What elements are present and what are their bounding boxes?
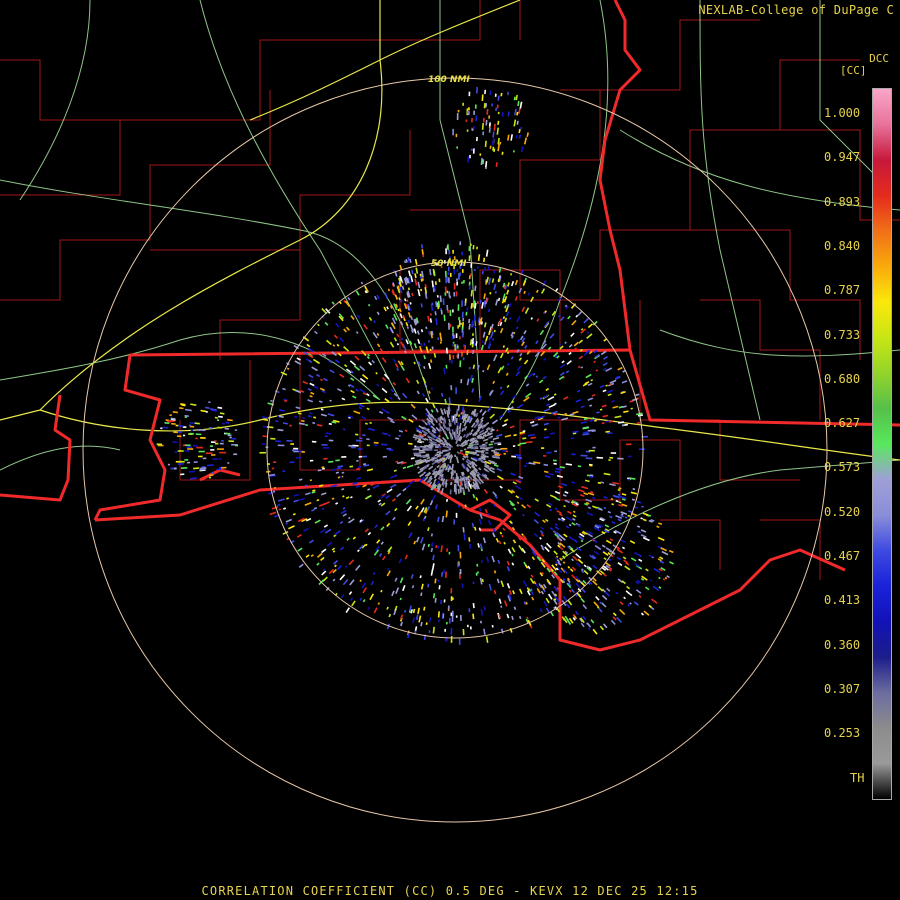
color-scale-tick: 0.253 xyxy=(824,726,861,741)
color-scale-tick: TH xyxy=(850,770,865,785)
color-scale-tick: 1.000 xyxy=(824,106,861,120)
range-ring-label-50: 50 NMI xyxy=(431,259,467,269)
color-scale-tick: 0.787 xyxy=(824,283,861,298)
product-title: CORRELATION COEFFICIENT (CC) 0.5 DEG - K… xyxy=(201,884,699,898)
source-code-label: DCC xyxy=(869,52,889,65)
color-scale-tick: 0.893 xyxy=(824,194,861,209)
legend-unit-label: [CC] xyxy=(840,64,867,77)
credit-label: NEXLAB-College of DuPage C xyxy=(698,3,894,17)
color-scale-tick: 0.733 xyxy=(824,327,861,342)
color-scale-tick: 0.467 xyxy=(824,549,861,563)
radar-map: 50 NMI 100 NMI xyxy=(0,0,900,900)
range-ring-label-100: 100 NMI xyxy=(428,75,470,85)
color-scale-tick: 0.360 xyxy=(824,637,861,652)
color-scale-tick: 0.520 xyxy=(824,504,861,519)
color-scale-tick: 0.413 xyxy=(824,593,861,608)
color-scale-tick: 0.573 xyxy=(824,460,861,475)
color-scale-tick: 0.307 xyxy=(824,681,861,696)
color-scale-tick: 0.840 xyxy=(824,238,861,253)
color-scale-tick: 0.947 xyxy=(824,150,861,165)
color-scale-bar xyxy=(872,88,892,800)
color-scale-tick: 0.627 xyxy=(824,416,861,431)
color-scale-tick: 0.680 xyxy=(824,371,861,386)
